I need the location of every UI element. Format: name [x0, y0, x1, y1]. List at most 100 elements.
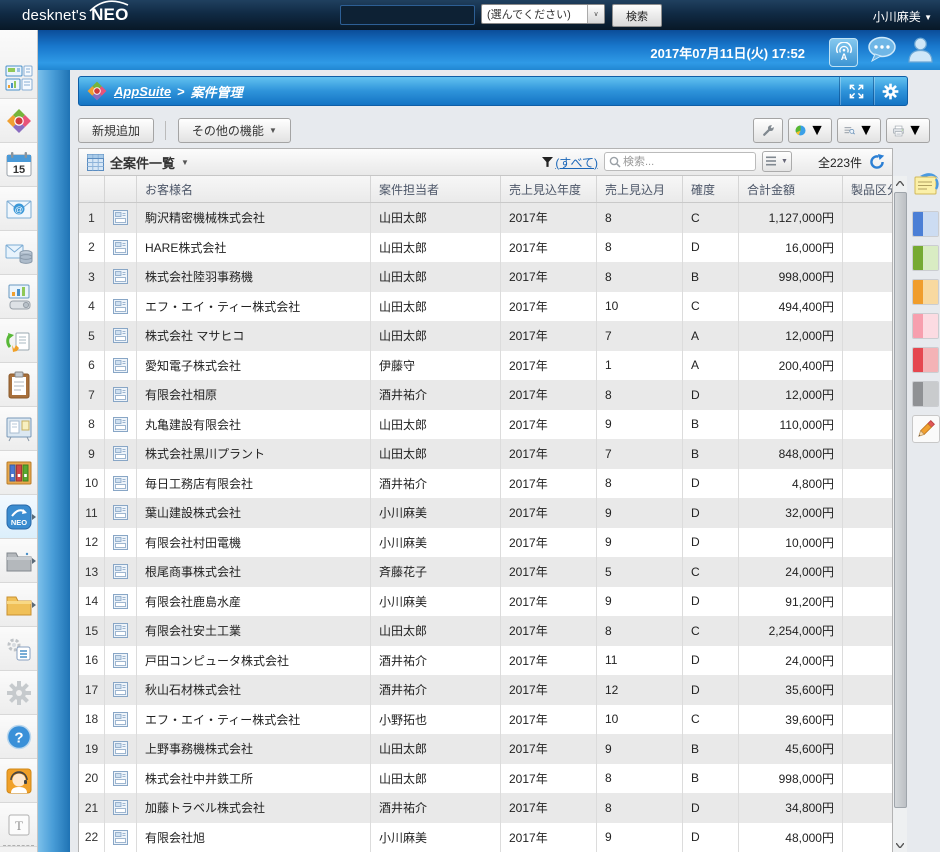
breadcrumb-app-link[interactable]: AppSuite	[114, 84, 171, 99]
row-icon-cell[interactable]	[105, 351, 137, 381]
table-row[interactable]: 10 毎日工務店有限会社 酒井祐介 2017年 8 D 4,800円	[79, 469, 892, 499]
col-product[interactable]: 製品区分	[843, 176, 892, 202]
sidebar-item-appsuite[interactable]	[0, 99, 37, 143]
row-icon-cell[interactable]	[105, 793, 137, 823]
row-icon-cell[interactable]	[105, 262, 137, 292]
sidebar-item-help[interactable]: ?	[0, 715, 37, 759]
row-icon-cell[interactable]	[105, 705, 137, 735]
table-row[interactable]: 6 愛知電子株式会社 伊藤守 2017年 1 A 200,400円	[79, 351, 892, 381]
global-search-button[interactable]: 検索	[612, 4, 662, 27]
table-row[interactable]: 21 加藤トラベル株式会社 酒井祐介 2017年 8 D 34,800円	[79, 793, 892, 823]
row-icon-cell[interactable]	[105, 823, 137, 852]
view-selector[interactable]: 全案件一覧 ▼	[79, 153, 189, 172]
table-row[interactable]: 18 エフ・エイ・ティー株式会社 小野拓也 2017年 10 C 39,600円	[79, 705, 892, 735]
col-customer[interactable]: お客様名	[137, 176, 371, 202]
table-row[interactable]: 22 有限会社旭 小川麻美 2017年 9 D 48,000円	[79, 823, 892, 852]
label-gray[interactable]	[912, 381, 939, 407]
sidebar-item-neo-app[interactable]: NEO	[0, 495, 37, 539]
table-row[interactable]: 13 根尾商事株式会社 斉藤花子 2017年 5 C 24,000円	[79, 557, 892, 587]
label-blue[interactable]	[912, 211, 939, 237]
row-icon-cell[interactable]	[105, 498, 137, 528]
table-row[interactable]: 11 葉山建設株式会社 小川麻美 2017年 9 D 32,000円	[79, 498, 892, 528]
label-red[interactable]	[912, 347, 939, 373]
user-menu[interactable]: 小川麻美 ▼	[873, 8, 932, 25]
table-row[interactable]: 9 株式会社黒川プラント 山田太郎 2017年 7 B 848,000円	[79, 439, 892, 469]
row-icon-cell[interactable]	[105, 203, 137, 233]
sidebar-item-webmail[interactable]: @	[0, 187, 37, 231]
sidebar-item-support[interactable]	[0, 759, 37, 803]
table-row[interactable]: 2 HARE株式会社 山田太郎 2017年 8 D 16,000円	[79, 233, 892, 263]
sidebar-item-bulletin-board[interactable]	[0, 407, 37, 451]
table-row[interactable]: 3 株式会社陸羽事務機 山田太郎 2017年 8 B 998,000円	[79, 262, 892, 292]
customize-button[interactable]	[753, 118, 783, 143]
list-options-button[interactable]: ▼	[762, 151, 792, 172]
table-row[interactable]: 8 丸亀建設有限会社 山田太郎 2017年 9 B 110,000円	[79, 410, 892, 440]
sidebar-item-text-tool[interactable]: T	[0, 803, 37, 847]
table-row[interactable]: 12 有限会社村田電機 小川麻美 2017年 9 D 10,000円	[79, 528, 892, 558]
list-search-input[interactable]	[621, 155, 755, 169]
label-green[interactable]	[912, 245, 939, 271]
scroll-up-arrow[interactable]	[893, 176, 907, 190]
sidebar-item-cabinet[interactable]	[0, 451, 37, 495]
col-amount[interactable]: 合計金額	[739, 176, 843, 202]
row-icon-cell[interactable]	[105, 557, 137, 587]
table-row[interactable]: 16 戸田コンピュータ株式会社 酒井祐介 2017年 11 D 24,000円	[79, 646, 892, 676]
row-icon-cell[interactable]	[105, 321, 137, 351]
sidebar-item-mail-store[interactable]	[0, 231, 37, 275]
table-row[interactable]: 14 有限会社鹿島水産 小川麻美 2017年 9 D 91,200円	[79, 587, 892, 617]
row-icon-cell[interactable]	[105, 587, 137, 617]
label-pink[interactable]	[912, 313, 939, 339]
scrollbar-thumb[interactable]	[894, 192, 907, 808]
sidebar-item-settings-list[interactable]	[0, 627, 37, 671]
label-orange[interactable]	[912, 279, 939, 305]
sidebar-item-clipboard[interactable]	[0, 363, 37, 407]
row-icon-cell[interactable]	[105, 528, 137, 558]
sidebar-item-workflow[interactable]	[0, 319, 37, 363]
table-row[interactable]: 7 有限会社相原 酒井祐介 2017年 8 D 12,000円	[79, 380, 892, 410]
table-row[interactable]: 4 エフ・エイ・ティー株式会社 山田太郎 2017年 10 C 494,400円	[79, 292, 892, 322]
table-row[interactable]: 15 有限会社安土工業 山田太郎 2017年 8 C 2,254,000円	[79, 616, 892, 646]
col-month[interactable]: 売上見込月	[597, 176, 683, 202]
row-icon-cell[interactable]	[105, 410, 137, 440]
table-row[interactable]: 1 駒沢精密機械株式会社 山田太郎 2017年 8 C 1,127,000円	[79, 203, 892, 233]
table-row[interactable]: 19 上野事務機株式会社 山田太郎 2017年 9 B 45,600円	[79, 734, 892, 764]
sticky-note-button[interactable]	[912, 170, 940, 203]
sidebar-item-portal[interactable]	[0, 30, 37, 99]
col-grade[interactable]: 確度	[683, 176, 739, 202]
sidebar-item-presentation[interactable]	[0, 275, 37, 319]
fullscreen-button[interactable]	[839, 77, 873, 105]
sidebar-item-shared-folder[interactable]	[0, 539, 37, 583]
user-profile-icon[interactable]	[906, 36, 935, 68]
col-year[interactable]: 売上見込年度	[501, 176, 597, 202]
row-icon-cell[interactable]	[105, 616, 137, 646]
app-settings-button[interactable]	[873, 77, 907, 105]
table-row[interactable]: 20 株式会社中井鉄工所 山田太郎 2017年 8 B 998,000円	[79, 764, 892, 794]
print-button[interactable]: ▼	[886, 118, 930, 143]
row-icon-cell[interactable]	[105, 469, 137, 499]
filter-view-button[interactable]: ▼	[837, 118, 881, 143]
filter-selector[interactable]: (すべて)	[542, 149, 598, 175]
edit-labels-button[interactable]	[912, 415, 940, 443]
add-record-button[interactable]: 新規追加	[78, 118, 154, 143]
presence-broadcast-icon[interactable]: A	[829, 38, 858, 67]
row-icon-cell[interactable]	[105, 380, 137, 410]
chart-view-button[interactable]: ▼	[788, 118, 832, 143]
row-icon-cell[interactable]	[105, 764, 137, 794]
global-search-input[interactable]	[341, 7, 474, 25]
refresh-button[interactable]	[869, 154, 885, 175]
sidebar-item-settings[interactable]	[0, 671, 37, 715]
table-row[interactable]: 5 株式会社 マサヒコ 山田太郎 2017年 7 A 12,000円	[79, 321, 892, 351]
search-category-select[interactable]: (選んでください) ∨	[481, 4, 605, 24]
row-icon-cell[interactable]	[105, 734, 137, 764]
row-icon-cell[interactable]	[105, 675, 137, 705]
col-rep[interactable]: 案件担当者	[371, 176, 501, 202]
scroll-down-arrow[interactable]	[893, 838, 907, 852]
row-icon-cell[interactable]	[105, 233, 137, 263]
row-icon-cell[interactable]	[105, 439, 137, 469]
more-functions-button[interactable]: その他の機能 ▼	[178, 118, 291, 143]
table-row[interactable]: 17 秋山石材株式会社 酒井祐介 2017年 12 D 35,600円	[79, 675, 892, 705]
sidebar-item-personal-folder[interactable]	[0, 583, 37, 627]
chat-icon[interactable]	[867, 36, 897, 68]
row-icon-cell[interactable]	[105, 292, 137, 322]
sidebar-item-schedule[interactable]: 15	[0, 143, 37, 187]
